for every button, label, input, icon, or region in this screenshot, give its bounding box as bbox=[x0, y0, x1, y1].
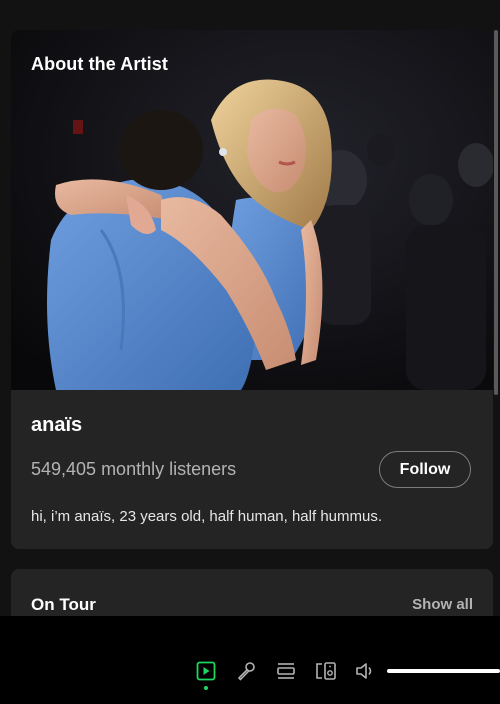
volume-icon bbox=[356, 663, 372, 679]
scrollbar-thumb[interactable] bbox=[494, 30, 498, 395]
follow-button[interactable]: Follow bbox=[379, 451, 471, 488]
on-tour-title: On Tour bbox=[31, 595, 96, 614]
volume-slider-fill bbox=[387, 669, 500, 673]
now-playing-view-button[interactable] bbox=[195, 660, 217, 682]
right-sidebar-panel: About the Artist anaïs 549,405 monthly l… bbox=[0, 0, 500, 704]
artist-name[interactable]: anaïs bbox=[31, 414, 82, 437]
lyrics-microphone-icon bbox=[238, 662, 255, 681]
queue-button[interactable] bbox=[275, 660, 297, 682]
mute-button[interactable] bbox=[355, 660, 377, 682]
artist-photo: About the Artist bbox=[11, 30, 493, 390]
player-bar bbox=[0, 616, 500, 704]
connect-device-button[interactable] bbox=[315, 660, 337, 682]
active-indicator-dot bbox=[204, 686, 208, 690]
now-playing-view-icon bbox=[196, 661, 216, 681]
monthly-listeners: 549,405 monthly listeners bbox=[31, 459, 237, 479]
about-the-artist-title: About the Artist bbox=[31, 54, 168, 74]
about-the-artist-card[interactable]: About the Artist anaïs 549,405 monthly l… bbox=[11, 30, 493, 549]
artist-bio: hi, i’m anaïs, 23 years old, half human,… bbox=[31, 508, 383, 525]
show-all-link[interactable]: Show all bbox=[412, 596, 473, 613]
volume-slider[interactable] bbox=[387, 669, 500, 673]
connect-device-icon bbox=[316, 662, 336, 680]
lyrics-button[interactable] bbox=[235, 660, 257, 682]
queue-icon bbox=[277, 663, 295, 679]
